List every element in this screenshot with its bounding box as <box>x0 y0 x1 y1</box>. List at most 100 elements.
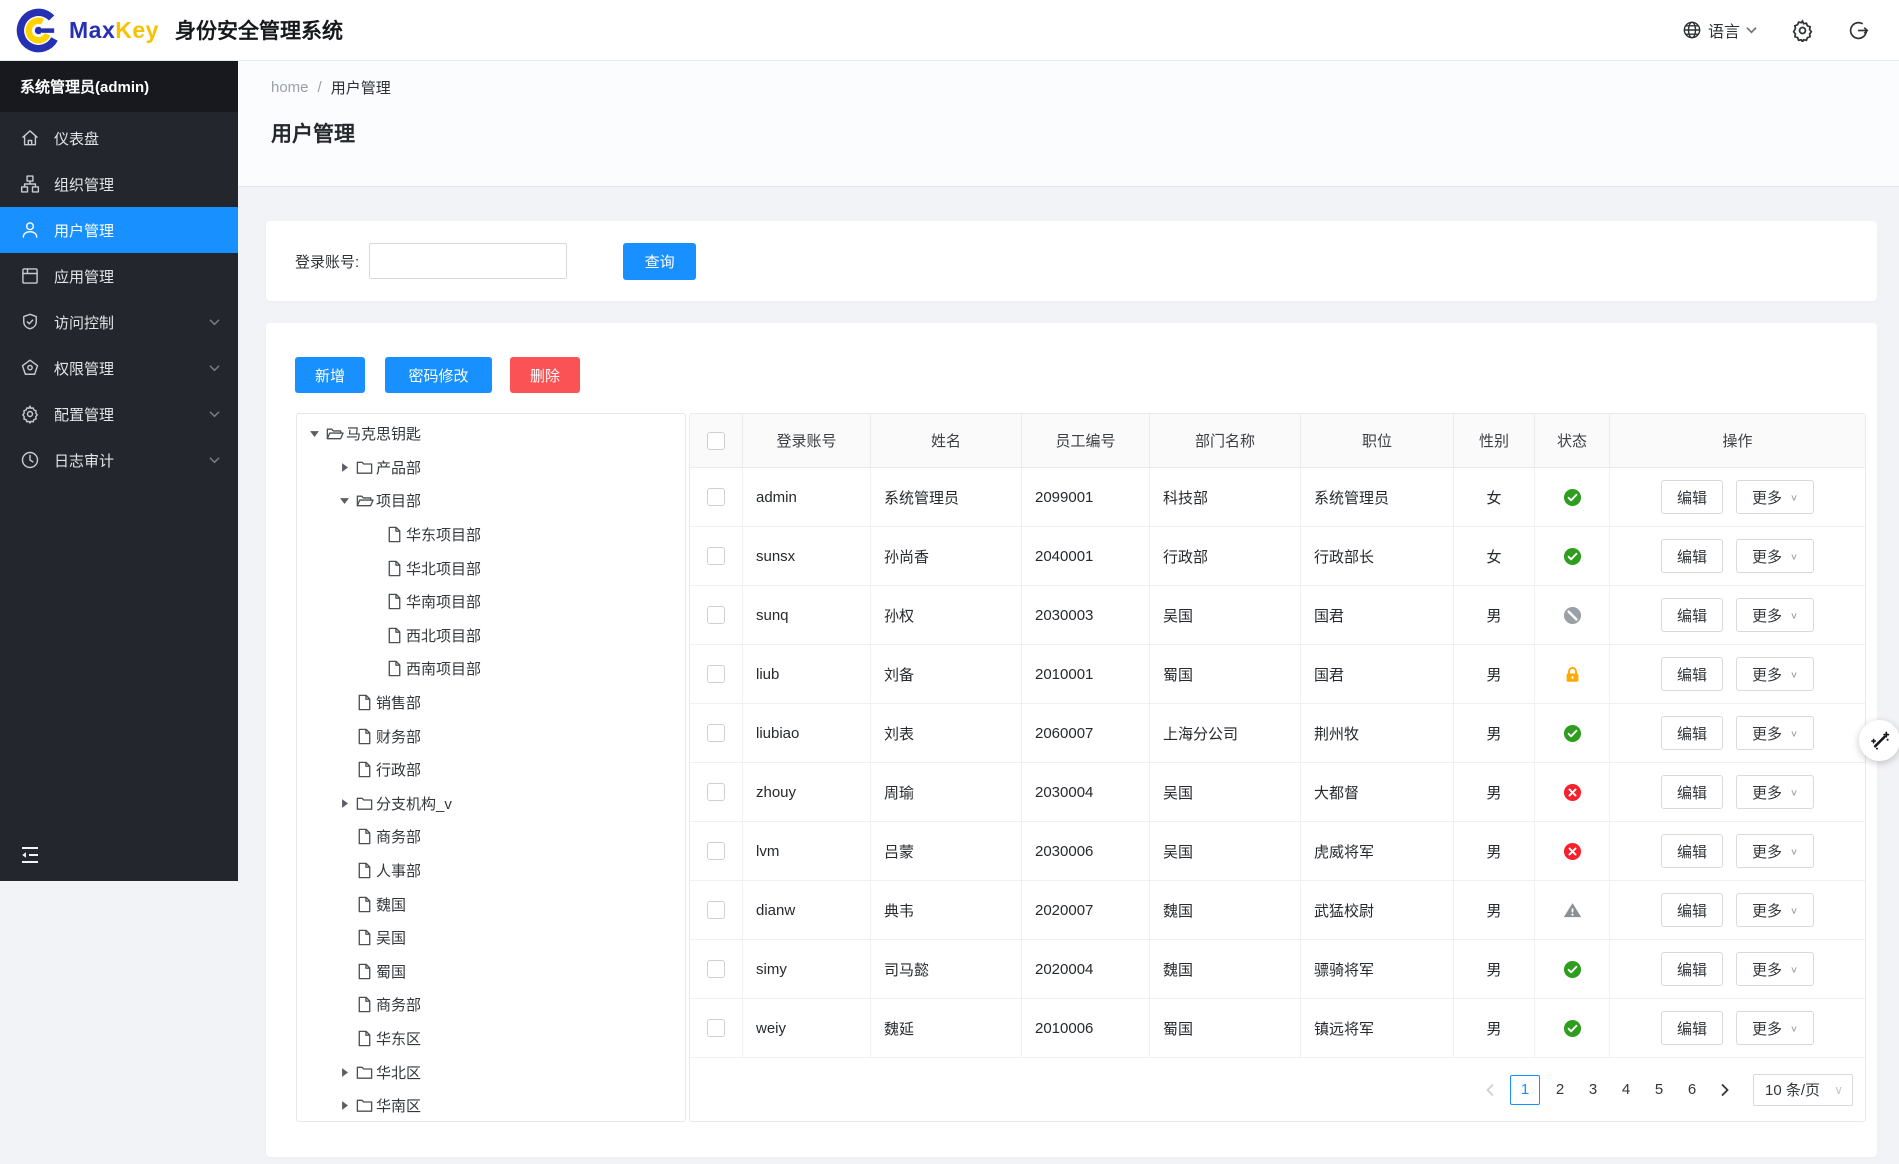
query-button[interactable]: 查询 <box>623 242 697 280</box>
tree-node[interactable]: 蜀国 <box>297 955 685 989</box>
row-checkbox[interactable] <box>707 724 725 742</box>
page-size-select[interactable]: 10 条/页 ∨ <box>1753 1073 1853 1106</box>
more-button[interactable]: 更多 ∨ <box>1735 657 1815 691</box>
cell-actions: 编辑 更多 ∨ <box>1610 881 1865 939</box>
language-switcher[interactable]: 语言 <box>1682 18 1757 42</box>
sidebar-menu-item[interactable]: 仪表盘 <box>0 115 238 161</box>
sidebar-menu-item[interactable]: 组织管理 <box>0 161 238 207</box>
tree-toggle-icon[interactable] <box>335 1100 353 1111</box>
row-checkbox[interactable] <box>707 488 725 506</box>
tree-node[interactable]: 人事部 <box>297 854 685 888</box>
cell-gender: 女 <box>1454 468 1535 526</box>
maxkey-logo[interactable]: MaxKey 身份安全管理系统 <box>16 8 343 53</box>
tree-toggle-icon[interactable] <box>335 462 353 473</box>
tree-node[interactable]: 商务部 <box>297 988 685 1022</box>
sidebar-menu-item[interactable]: 配置管理 <box>0 391 238 437</box>
pagination-page-button[interactable]: 6 <box>1679 1075 1705 1105</box>
pagination-page-button[interactable]: 2 <box>1547 1075 1573 1105</box>
pagination-page-button[interactable]: 4 <box>1613 1075 1639 1105</box>
edit-button[interactable]: 编辑 <box>1660 952 1723 986</box>
tree-node[interactable]: 销售部 <box>297 686 685 720</box>
sidebar-menu-item[interactable]: 权限管理 <box>0 345 238 391</box>
cell-employee-id: 2010001 <box>1022 645 1150 703</box>
more-button[interactable]: 更多 ∨ <box>1735 539 1815 573</box>
row-checkbox[interactable] <box>707 842 725 860</box>
row-checkbox[interactable] <box>707 665 725 683</box>
sidebar-menu-item[interactable]: 用户管理 <box>0 207 238 253</box>
edit-button[interactable]: 编辑 <box>1660 539 1723 573</box>
tree-node[interactable]: 华南区 <box>297 1089 685 1121</box>
row-checkbox[interactable] <box>707 960 725 978</box>
tree-node[interactable]: 华北区 <box>297 1055 685 1089</box>
more-button[interactable]: 更多 ∨ <box>1735 893 1815 927</box>
change-password-button[interactable]: 密码修改 <box>385 357 492 393</box>
tree-node[interactable]: 西北项目部 <box>297 619 685 653</box>
edit-button[interactable]: 编辑 <box>1660 1011 1723 1045</box>
more-button[interactable]: 更多 ∨ <box>1735 775 1815 809</box>
more-button[interactable]: 更多 ∨ <box>1735 952 1815 986</box>
more-button[interactable]: 更多 ∨ <box>1735 834 1815 868</box>
sidebar-collapse-button[interactable] <box>18 843 44 869</box>
add-user-button[interactable]: 新增 <box>295 357 365 393</box>
pagination-page-button[interactable]: 1 <box>1510 1074 1540 1105</box>
cell-name: 典韦 <box>871 881 1022 939</box>
edit-button[interactable]: 编辑 <box>1660 775 1723 809</box>
tree-node[interactable]: 项目部 <box>297 484 685 518</box>
tree-node[interactable]: 华东项目部 <box>297 518 685 552</box>
tree-toggle-icon[interactable] <box>335 1067 353 1078</box>
chevron-down-icon: ∨ <box>1789 1023 1799 1034</box>
tree-node[interactable]: 西南项目部 <box>297 652 685 686</box>
select-all-checkbox[interactable] <box>707 431 725 450</box>
row-checkbox[interactable] <box>707 547 725 565</box>
tree-node[interactable]: 吴国 <box>297 921 685 955</box>
breadcrumb-home-link[interactable]: home <box>271 79 309 96</box>
edit-button[interactable]: 编辑 <box>1660 834 1723 868</box>
row-checkbox[interactable] <box>707 901 725 919</box>
delete-button[interactable]: 删除 <box>510 357 580 393</box>
pagination-next-button[interactable] <box>1712 1075 1738 1105</box>
menu-fold-icon <box>22 847 38 863</box>
tree-toggle-icon[interactable] <box>335 798 353 809</box>
tree-node-icon <box>355 458 374 477</box>
more-button[interactable]: 更多 ∨ <box>1735 716 1815 750</box>
edit-button[interactable]: 编辑 <box>1660 716 1723 750</box>
tree-toggle-icon[interactable] <box>305 428 323 439</box>
tree-node[interactable]: 华北项目部 <box>297 551 685 585</box>
chevron-down-icon: ∨ <box>1789 610 1799 621</box>
logout-button[interactable] <box>1848 20 1869 41</box>
tree-node[interactable]: 财务部 <box>297 719 685 753</box>
sidebar-menu-item[interactable]: 应用管理 <box>0 253 238 299</box>
settings-gear-button[interactable] <box>1791 18 1814 42</box>
sidebar-menu-item[interactable]: 日志审计 <box>0 437 238 483</box>
tree-toggle-icon[interactable] <box>335 495 353 506</box>
edit-button[interactable]: 编辑 <box>1660 657 1723 691</box>
sidebar-menu-item[interactable]: 访问控制 <box>0 299 238 345</box>
tree-node[interactable]: 分支机构_v <box>297 787 685 821</box>
status-icon <box>1563 1019 1582 1038</box>
edit-button[interactable]: 编辑 <box>1660 598 1723 632</box>
sidebar-item-label: 配置管理 <box>54 406 115 424</box>
tree-node[interactable]: 马克思钥匙 <box>297 417 685 451</box>
login-account-input[interactable] <box>369 243 568 279</box>
chevron-down-icon: ∨ <box>1789 787 1799 798</box>
tree-node[interactable]: 华南项目部 <box>297 585 685 619</box>
edit-button[interactable]: 编辑 <box>1660 893 1723 927</box>
tree-node[interactable]: 行政部 <box>297 753 685 787</box>
more-button[interactable]: 更多 ∨ <box>1735 1011 1815 1045</box>
cell-position: 骠骑将军 <box>1301 940 1454 998</box>
tree-node-icon <box>355 693 374 712</box>
pagination-page-button[interactable]: 3 <box>1580 1075 1606 1105</box>
tree-node[interactable]: 华东区 <box>297 1022 685 1056</box>
row-checkbox[interactable] <box>707 783 725 801</box>
more-button[interactable]: 更多 ∨ <box>1735 598 1815 632</box>
more-button[interactable]: 更多 ∨ <box>1735 480 1815 514</box>
row-checkbox[interactable] <box>707 1019 725 1037</box>
magic-wand-floating-button[interactable] <box>1859 720 1899 761</box>
pagination-prev-button[interactable] <box>1477 1075 1503 1105</box>
tree-node[interactable]: 商务部 <box>297 820 685 854</box>
row-checkbox[interactable] <box>707 606 725 624</box>
pagination-page-button[interactable]: 5 <box>1646 1075 1672 1105</box>
edit-button[interactable]: 编辑 <box>1660 480 1723 514</box>
tree-node[interactable]: 魏国 <box>297 887 685 921</box>
tree-node[interactable]: 产品部 <box>297 451 685 485</box>
